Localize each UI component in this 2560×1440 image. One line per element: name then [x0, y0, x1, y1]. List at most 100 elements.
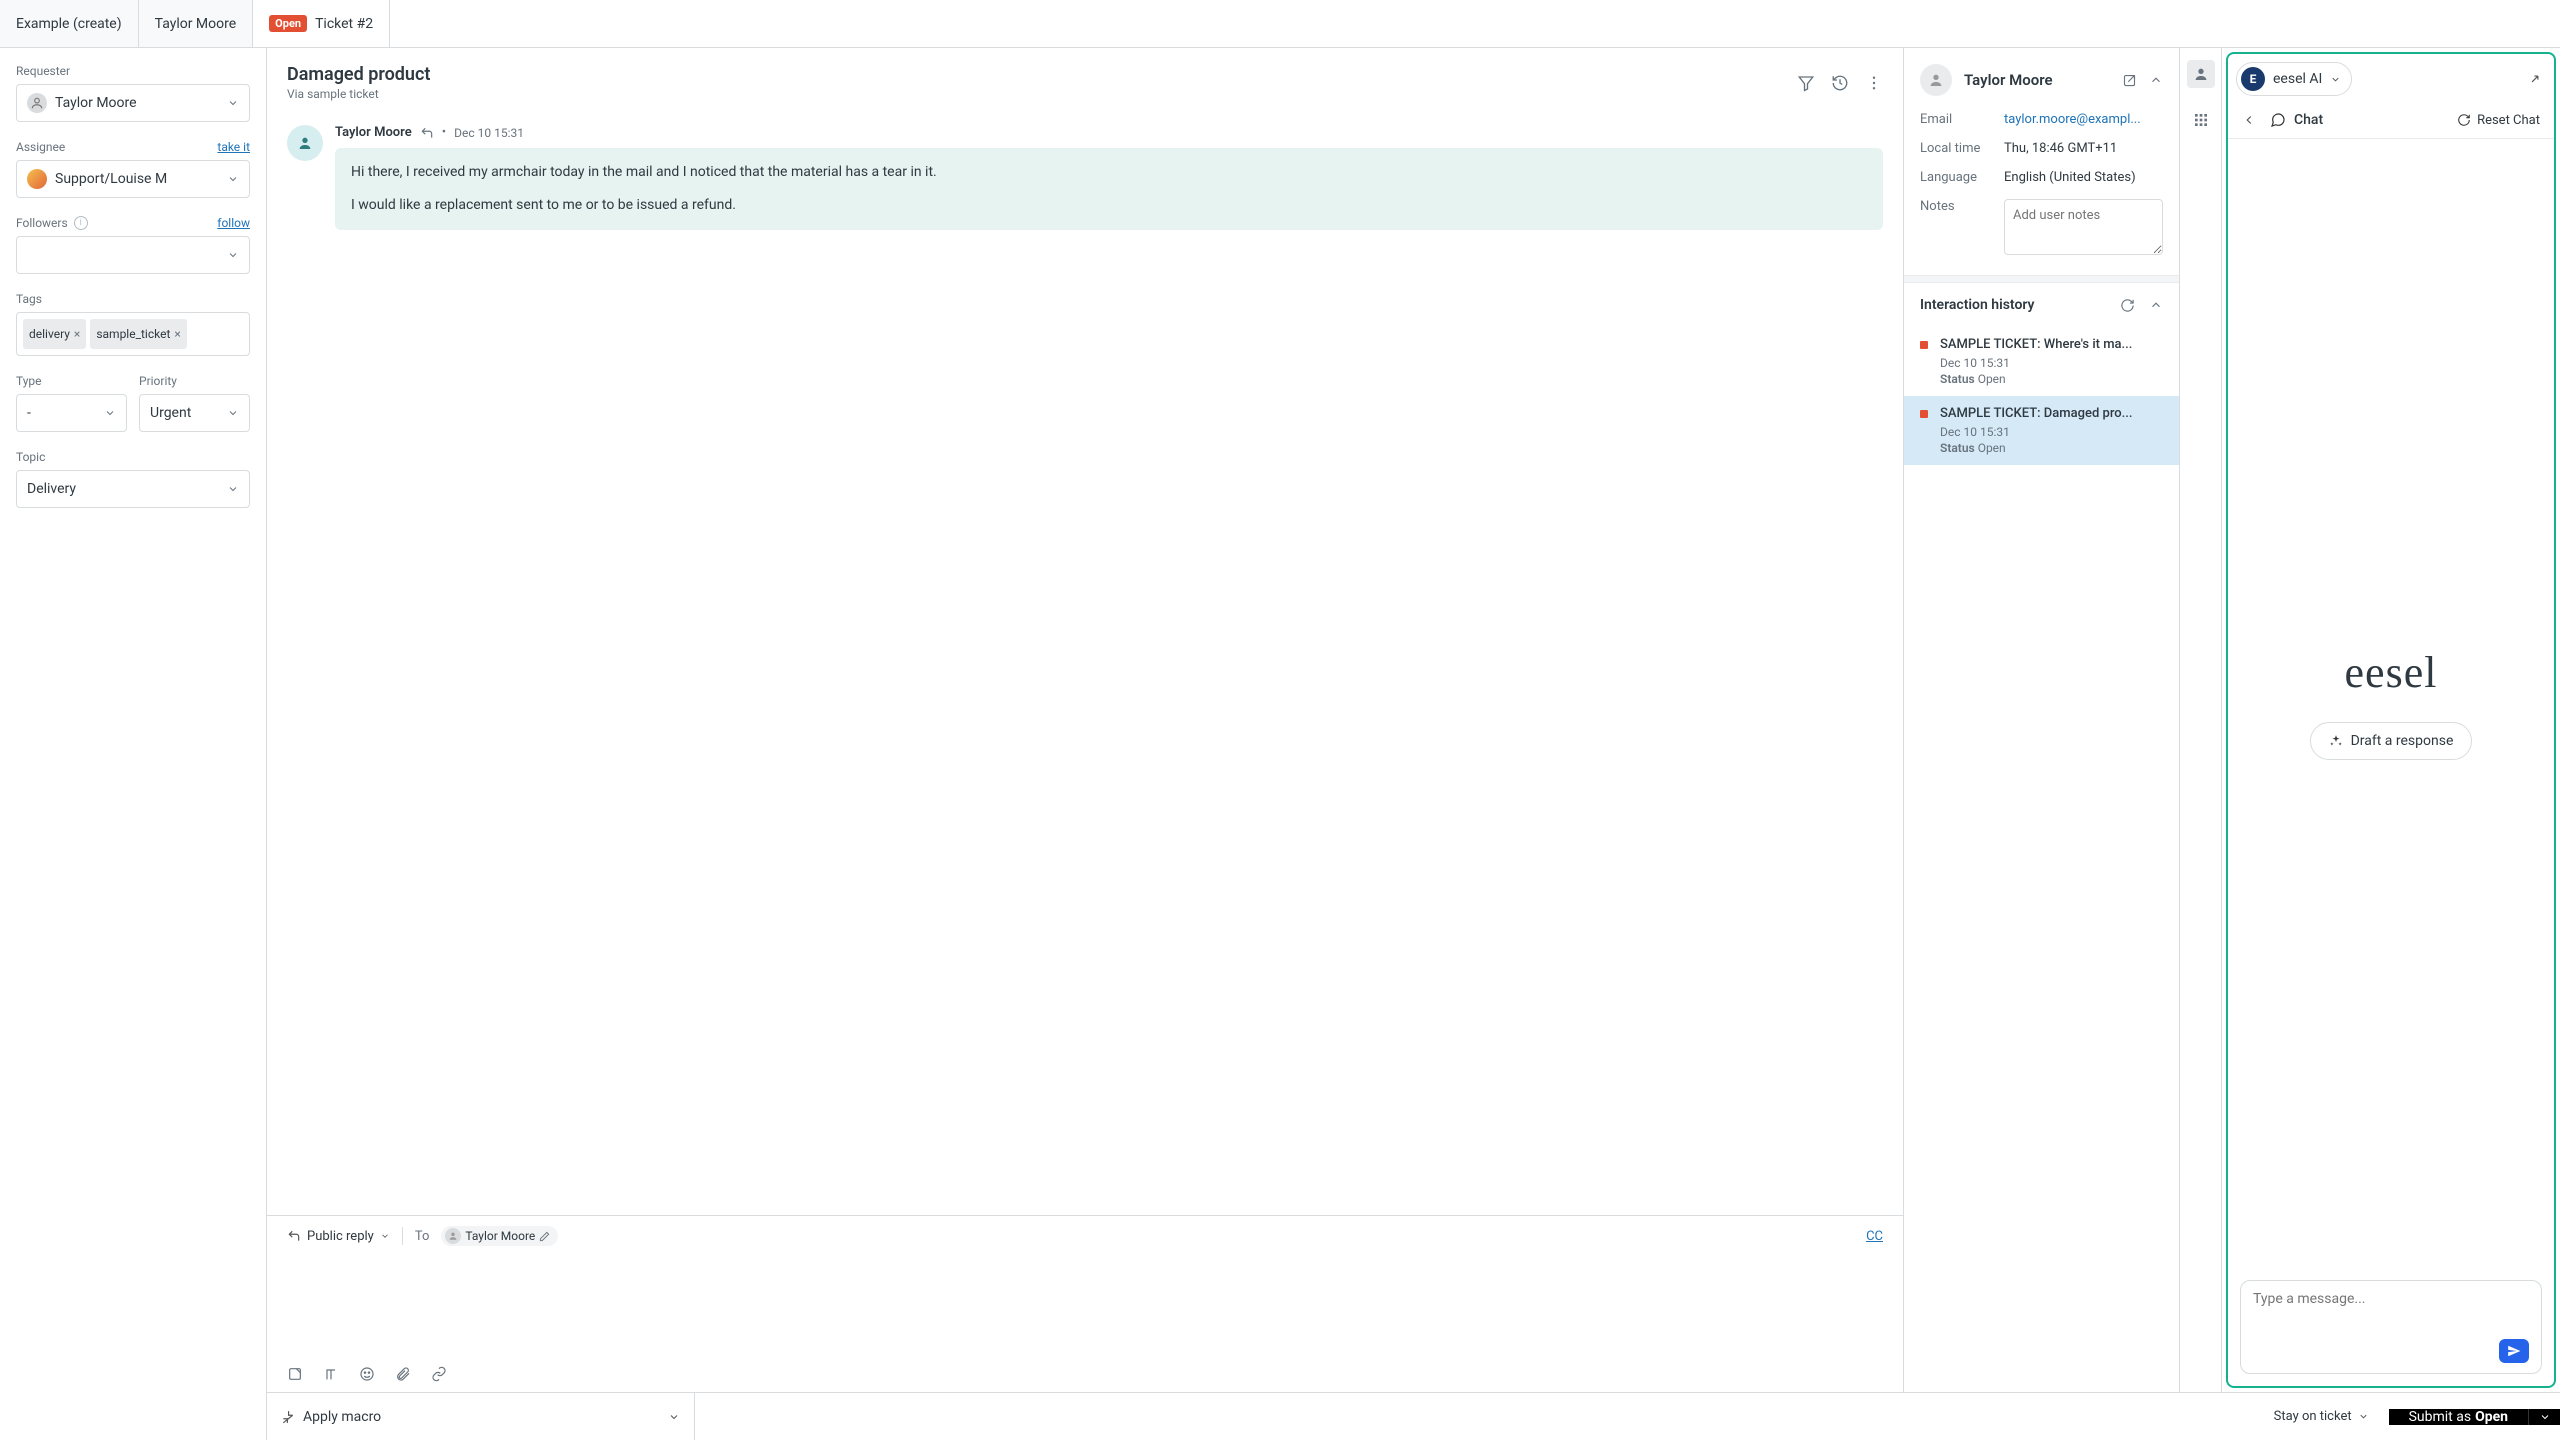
- eesel-brand-text: eesel: [2345, 647, 2438, 698]
- followers-select[interactable]: [16, 236, 250, 274]
- history-item-status-value: Open: [1978, 372, 2006, 386]
- notes-label: Notes: [1920, 199, 1992, 259]
- to-label: To: [415, 1229, 430, 1244]
- reset-chat-button[interactable]: Reset Chat: [2457, 113, 2540, 128]
- back-icon[interactable]: [2242, 113, 2256, 127]
- localtime-label: Local time: [1920, 141, 1992, 156]
- follow-link[interactable]: follow: [217, 216, 250, 230]
- assignee-value: Support/Louise M: [55, 171, 167, 187]
- eesel-panel: E eesel AI: [2226, 52, 2556, 1388]
- to-recipient[interactable]: Taylor Moore: [441, 1226, 558, 1246]
- tags-input[interactable]: delivery × sample_ticket ×: [16, 312, 250, 356]
- submit-button[interactable]: Submit as Open: [2389, 1409, 2528, 1425]
- history-item[interactable]: SAMPLE TICKET: Where's it ma... Dec 10 1…: [1904, 327, 2179, 396]
- draft-response-button[interactable]: Draft a response: [2310, 722, 2473, 760]
- tab-ticket-2[interactable]: Open Ticket #2: [253, 0, 390, 47]
- notes-textarea[interactable]: [2004, 199, 2163, 255]
- collapse-icon[interactable]: [2149, 298, 2163, 312]
- assignee-select[interactable]: Support/Louise M: [16, 160, 250, 198]
- user-name: Taylor Moore: [1964, 71, 2110, 89]
- eesel-header-select[interactable]: E eesel AI: [2236, 62, 2352, 96]
- apply-macro-select[interactable]: Apply macro: [267, 1393, 695, 1440]
- ticket-subtitle: Via sample ticket: [287, 87, 430, 101]
- bottom-bar: Apply macro Stay on ticket Submit as Ope…: [267, 1392, 2560, 1440]
- eesel-message-input[interactable]: [2253, 1291, 2529, 1323]
- draft-response-label: Draft a response: [2351, 733, 2454, 749]
- field-label: Followers: [16, 216, 68, 230]
- type-select[interactable]: -: [16, 394, 127, 432]
- history-item-title: SAMPLE TICKET: Where's it ma...: [1940, 337, 2163, 352]
- tags-field: Tags delivery × sample_ticket ×: [16, 292, 250, 356]
- history-item-status-label: Status: [1940, 372, 1975, 386]
- history-icon[interactable]: [1831, 74, 1849, 92]
- priority-value: Urgent: [150, 405, 191, 421]
- history-title: Interaction history: [1920, 297, 2034, 313]
- history-item-title: SAMPLE TICKET: Damaged pro...: [1940, 406, 2163, 421]
- cc-link[interactable]: CC: [1866, 1229, 1883, 1244]
- take-it-link[interactable]: take it: [217, 140, 250, 154]
- field-label: Priority: [139, 374, 177, 388]
- status-dot-icon: [1920, 341, 1928, 349]
- localtime-value: Thu, 18:46 GMT+11: [2004, 141, 2163, 156]
- topic-value: Delivery: [27, 481, 76, 497]
- user-icon: [445, 1228, 461, 1244]
- message: Taylor Moore • Dec 10 15:31 Hi there, I …: [287, 125, 1883, 230]
- user-panel: Taylor Moore Email: [1904, 48, 2180, 1392]
- field-label: Type: [16, 374, 42, 388]
- open-external-icon[interactable]: [2122, 73, 2137, 88]
- history-item-time: Dec 10 15:31: [1940, 356, 2163, 370]
- language-value: English (United States): [2004, 170, 2163, 185]
- history-item-status-label: Status: [1940, 441, 1975, 455]
- field-label: Tags: [16, 292, 42, 306]
- send-button[interactable]: [2499, 1339, 2529, 1363]
- chat-tab[interactable]: Chat: [2270, 112, 2323, 128]
- edit-icon[interactable]: [539, 1231, 550, 1242]
- tab-label: Example (create): [16, 16, 122, 32]
- attachment-icon[interactable]: [395, 1366, 411, 1382]
- requester-field: Requester Taylor Moore: [16, 64, 250, 122]
- priority-select[interactable]: Urgent: [139, 394, 250, 432]
- status-dot-icon: [1920, 410, 1928, 418]
- expand-icon[interactable]: [2528, 72, 2542, 86]
- field-label: Requester: [16, 64, 70, 78]
- info-icon[interactable]: i: [74, 216, 88, 230]
- text-format-icon[interactable]: [323, 1366, 339, 1382]
- ticket-properties-sidebar: Requester Taylor Moore Assignee take it …: [0, 48, 267, 1440]
- remove-tag-icon[interactable]: ×: [74, 327, 80, 341]
- more-icon[interactable]: [1865, 74, 1883, 92]
- topic-field: Topic Delivery: [16, 450, 250, 508]
- submit-dropdown-button[interactable]: [2528, 1409, 2560, 1425]
- remove-tag-icon[interactable]: ×: [174, 327, 180, 341]
- message-paragraph: I would like a replacement sent to me or…: [351, 195, 1867, 216]
- eesel-name: eesel AI: [2273, 71, 2322, 87]
- link-icon[interactable]: [431, 1366, 447, 1382]
- message-body: Hi there, I received my armchair today i…: [335, 148, 1883, 230]
- tab-taylor-moore[interactable]: Taylor Moore: [139, 0, 254, 47]
- message-author: Taylor Moore: [335, 125, 412, 140]
- submit-state: Open: [2475, 1409, 2508, 1425]
- topic-select[interactable]: Delivery: [16, 470, 250, 508]
- user-app-icon[interactable]: [2187, 60, 2215, 88]
- stay-on-ticket-select[interactable]: Stay on ticket: [2274, 1409, 2377, 1424]
- compose-expand-icon[interactable]: [287, 1366, 303, 1382]
- reply-type-select[interactable]: Public reply: [287, 1229, 390, 1244]
- refresh-icon[interactable]: [2120, 298, 2135, 313]
- chevron-down-icon: [227, 173, 239, 185]
- requester-select[interactable]: Taylor Moore: [16, 84, 250, 122]
- history-item[interactable]: SAMPLE TICKET: Damaged pro... Dec 10 15:…: [1904, 396, 2179, 465]
- assignee-field: Assignee take it Support/Louise M: [16, 140, 250, 198]
- type-value: -: [27, 405, 31, 421]
- conversation-pane: Damaged product Via sample ticket: [267, 48, 1904, 1392]
- collapse-icon[interactable]: [2149, 73, 2163, 88]
- emoji-icon[interactable]: [359, 1366, 375, 1382]
- apps-grid-icon[interactable]: [2187, 106, 2215, 134]
- filter-icon[interactable]: [1797, 74, 1815, 92]
- field-label: Assignee: [16, 140, 65, 154]
- reply-icon[interactable]: [420, 126, 434, 140]
- followers-field: Followers i follow: [16, 216, 250, 274]
- reply-textarea[interactable]: [287, 1264, 1883, 1348]
- reset-chat-label: Reset Chat: [2477, 113, 2540, 128]
- type-field: Type -: [16, 374, 127, 432]
- tab-example-create[interactable]: Example (create): [0, 0, 139, 47]
- email-value[interactable]: taylor.moore@exampl...: [2004, 112, 2163, 127]
